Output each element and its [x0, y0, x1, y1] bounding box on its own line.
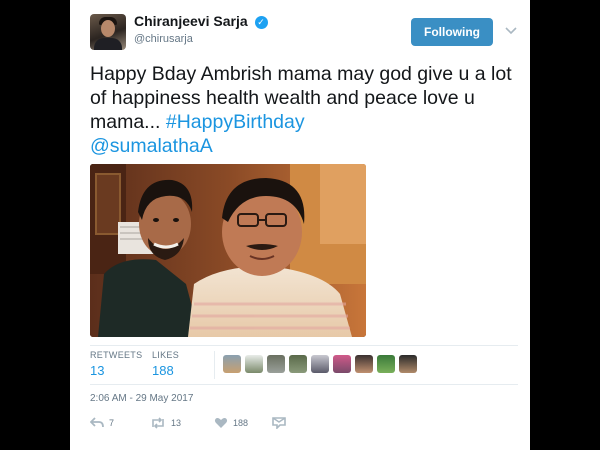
liker-avatar[interactable] — [399, 355, 417, 373]
following-button[interactable]: Following — [411, 18, 493, 46]
avatar[interactable] — [90, 14, 126, 50]
verified-badge-icon: ✓ — [254, 16, 268, 29]
chevron-down-icon[interactable] — [504, 23, 518, 37]
retweets-stat[interactable]: RETWEETS 13 — [90, 350, 142, 378]
likes-stat[interactable]: LIKES 188 — [152, 350, 179, 378]
tweet-text: Happy Bday Ambrish mama may god give u a… — [90, 62, 520, 158]
like-count: 188 — [233, 418, 249, 428]
reply-icon — [90, 417, 104, 428]
liker-avatar[interactable] — [311, 355, 329, 373]
tweet-actions: 7 13 188 — [90, 413, 390, 433]
reply-button[interactable]: 7 — [90, 413, 114, 433]
liker-avatar[interactable] — [223, 355, 241, 373]
user-name[interactable]: Chiranjeevi Sarja — [134, 13, 248, 29]
user-name-row[interactable]: Chiranjeevi Sarja ✓ — [134, 13, 268, 29]
liker-avatar[interactable] — [245, 355, 263, 373]
direct-message-button[interactable] — [272, 413, 286, 433]
heart-icon — [214, 418, 228, 428]
like-button[interactable]: 188 — [214, 413, 248, 433]
liker-avatar[interactable] — [267, 355, 285, 373]
tweet-card: Chiranjeevi Sarja ✓ @chirusarja Followin… — [70, 0, 530, 450]
direct-message-icon — [272, 417, 286, 429]
tweet-timestamp[interactable]: 2:06 AM - 29 May 2017 — [90, 393, 193, 404]
likes-label: LIKES — [152, 350, 180, 360]
retweet-icon — [152, 417, 164, 429]
tweet-stats: RETWEETS 13 LIKES 188 — [90, 345, 518, 385]
liker-avatar[interactable] — [289, 355, 307, 373]
reply-count: 7 — [109, 418, 115, 428]
retweets-label: RETWEETS — [90, 350, 143, 360]
tweet-photo[interactable] — [90, 164, 366, 337]
mention-link[interactable]: @sumalathaA — [90, 135, 213, 157]
retweet-count: 13 — [171, 418, 182, 428]
retweet-button[interactable]: 13 — [150, 413, 181, 433]
stats-divider — [214, 351, 215, 379]
liker-avatar[interactable] — [333, 355, 351, 373]
retweets-count[interactable]: 13 — [90, 363, 142, 378]
liker-avatar[interactable] — [377, 355, 395, 373]
photo-illustration — [90, 164, 366, 337]
hashtag-link[interactable]: #HappyBirthday — [166, 111, 305, 133]
user-handle[interactable]: @chirusarja — [134, 33, 193, 45]
likes-count[interactable]: 188 — [152, 363, 179, 378]
liker-avatar[interactable] — [355, 355, 373, 373]
